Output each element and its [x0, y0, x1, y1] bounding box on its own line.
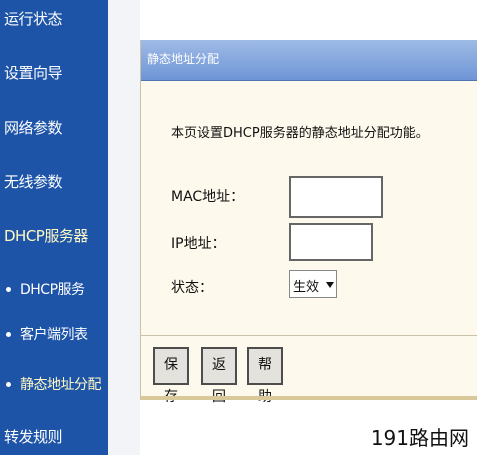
ip-address-label: IP地址：: [171, 236, 226, 252]
mac-address-input[interactable]: [289, 176, 383, 218]
sidebar-item-setup-wizard[interactable]: 设置向导: [4, 62, 63, 83]
mac-address-label: MAC地址：: [171, 189, 245, 205]
back-button[interactable]: 返 回: [201, 347, 237, 405]
status-select[interactable]: 生效: [289, 270, 337, 298]
chevron-down-icon: [326, 282, 334, 288]
sidebar-item-network[interactable]: 网络参数: [4, 117, 63, 138]
sidebar-subitem-label: 客户端列表: [20, 327, 88, 343]
bullet-icon: [6, 286, 11, 292]
panel-header: 静态地址分配: [141, 40, 477, 81]
sidebar-item-forwarding-rules[interactable]: 转发规则: [4, 426, 63, 447]
bullet-icon: [6, 381, 11, 387]
divider: [141, 335, 477, 336]
status-label: 状态：: [171, 280, 213, 296]
content-gutter: [108, 0, 140, 455]
sidebar-nav: 运行状态 设置向导 网络参数 无线参数 DHCP服务器 DHCP服务 客户端列表…: [0, 0, 108, 455]
status-select-value: 生效: [293, 280, 320, 295]
sidebar-item-wireless[interactable]: 无线参数: [4, 171, 63, 192]
bullet-icon: [6, 331, 11, 337]
sidebar-subitem-label: DHCP服务: [20, 282, 85, 298]
sidebar-item-running-status[interactable]: 运行状态: [4, 8, 63, 29]
sidebar-subitem-client-list[interactable]: 客户端列表: [6, 324, 88, 344]
watermark-text: 191路由网: [370, 426, 469, 450]
static-address-panel: 静态地址分配 本页设置DHCP服务器的静态地址分配功能。 MAC地址： IP地址…: [140, 40, 477, 405]
panel-bottom-border: [141, 396, 477, 400]
ip-address-input[interactable]: [289, 223, 373, 261]
help-button[interactable]: 帮 助: [247, 347, 283, 405]
save-button[interactable]: 保 存: [153, 347, 189, 405]
sidebar-subitem-static-address[interactable]: 静态地址分配: [6, 374, 102, 394]
panel-title: 静态地址分配: [147, 52, 220, 66]
sidebar-subitem-dhcp-service[interactable]: DHCP服务: [6, 279, 85, 299]
page-description: 本页设置DHCP服务器的静态地址分配功能。: [171, 126, 429, 141]
sidebar-subitem-label: 静态地址分配: [20, 377, 102, 393]
sidebar-item-dhcp-server[interactable]: DHCP服务器: [4, 225, 88, 246]
